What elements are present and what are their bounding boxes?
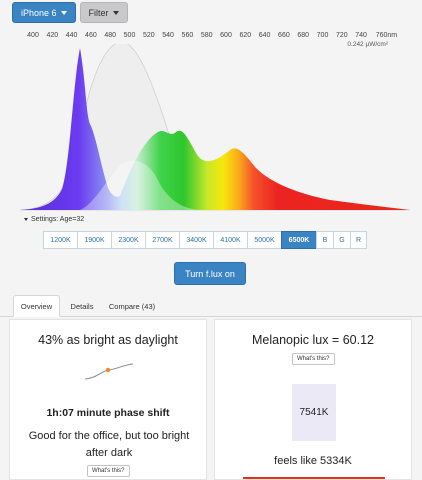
tab-compare[interactable]: Compare (43) <box>104 295 160 317</box>
device-label: iPhone 6 <box>21 7 57 18</box>
melanopic-card: Melanopic lux = 60.12 What's this? 7541K… <box>214 319 412 480</box>
wavelength-tick: 460 <box>85 32 97 39</box>
wavelength-tick: 700 <box>316 32 329 39</box>
kelvin-swatch: 7541K <box>292 384 336 441</box>
temperature-button-4100k[interactable]: 4100K <box>213 231 247 249</box>
filter-label: Filter <box>88 7 109 18</box>
wavelength-tick: 760nm <box>375 32 398 39</box>
wavelength-tick: 680 <box>297 32 310 39</box>
wavelength-tick: 560 <box>181 32 194 39</box>
temperature-button-g[interactable]: G <box>333 231 350 249</box>
temperature-button-r[interactable]: R <box>350 231 367 249</box>
tab-details[interactable]: Details <box>64 295 100 317</box>
temperature-button-1900k[interactable]: 1900K <box>77 231 111 249</box>
whats-this-button[interactable]: What's this? <box>87 465 130 477</box>
wavelength-tick: 640 <box>258 32 271 39</box>
wavelength-tick: 520 <box>142 32 155 39</box>
kelvin-value: 7541K <box>299 407 329 418</box>
settings-label: Settings: Age=32 <box>31 216 85 223</box>
wavelength-tick: 500 <box>123 32 136 39</box>
temperature-button-2700k[interactable]: 2700K <box>145 231 179 249</box>
chevron-down-icon <box>24 218 28 221</box>
advice-text: Good for the office, but too bright afte… <box>28 430 190 459</box>
temperature-button-b[interactable]: B <box>316 231 333 249</box>
tab-bar: Overview Details Compare (43) <box>0 295 422 317</box>
spectrum-chart <box>19 44 411 211</box>
spectrum-curve <box>20 48 410 210</box>
phase-curve-icon <box>84 363 134 380</box>
device-dropdown[interactable]: iPhone 6 <box>12 2 76 23</box>
wavelength-tick: 480 <box>104 32 117 39</box>
wavelength-tick: 580 <box>200 32 213 39</box>
temperature-button-1200k[interactable]: 1200K <box>43 231 77 249</box>
wavelength-tick: 440 <box>65 32 78 39</box>
wavelength-tick: 740 <box>355 32 367 39</box>
wavelength-tick: 660 <box>278 32 290 39</box>
wavelength-tick: 420 <box>46 32 59 39</box>
feels-like-bar <box>243 477 385 479</box>
brightness-text: 43% as bright as daylight <box>38 333 178 347</box>
feels-like-text: feels like 5334K <box>274 455 352 467</box>
whats-this-button[interactable]: What's this? <box>292 353 335 365</box>
temperature-button-5000k[interactable]: 5000K <box>247 231 281 249</box>
temperature-button-6500k[interactable]: 6500K <box>281 231 316 249</box>
settings-toggle[interactable]: Settings: Age=32 <box>24 216 84 223</box>
filter-dropdown[interactable]: Filter <box>79 2 128 23</box>
wavelength-tick: 400 <box>27 32 39 39</box>
wavelength-tick: 620 <box>239 32 252 39</box>
chevron-down-icon <box>112 10 119 15</box>
brightness-card: 43% as bright as daylight 1h:07 minute p… <box>9 319 207 480</box>
toolbar: iPhone 6 Filter <box>12 2 128 23</box>
turn-flux-on-button[interactable]: Turn f.lux on <box>174 262 246 285</box>
temperature-button-3400k[interactable]: 3400K <box>179 231 213 249</box>
wavelength-tick: 720 <box>335 32 348 39</box>
wavelength-tick: 540 <box>162 32 174 39</box>
temperature-button-2300k[interactable]: 2300K <box>111 231 145 249</box>
phase-shift-text: 1h:07 minute phase shift <box>46 407 170 419</box>
tab-overview[interactable]: Overview <box>13 295 60 317</box>
temperature-selector: 1200K 1900K 2300K 2700K 3400K 4100K 5000K 6500K… <box>43 231 367 249</box>
chevron-down-icon <box>60 10 67 15</box>
melanopic-lux-text: Melanopic lux = 60.12 <box>252 333 374 347</box>
wavelength-tick: 600 <box>220 32 232 39</box>
